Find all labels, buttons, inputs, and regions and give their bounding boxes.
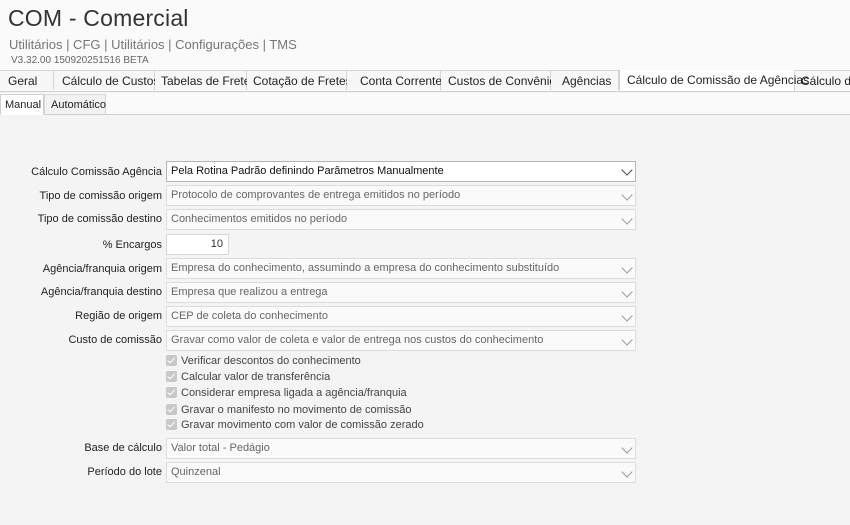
checkbox-checked-icon xyxy=(166,355,177,366)
app-header: COM - Comercial Utilitários | CFG | Util… xyxy=(0,0,850,70)
chevron-down-icon xyxy=(621,310,633,322)
regiao-origem-label: Região de origem xyxy=(75,310,162,322)
subtab-manual[interactable]: Manual xyxy=(0,94,44,115)
tab-agencias[interactable]: Agências xyxy=(551,70,619,90)
tab-cotacao-fretes[interactable]: Cotação de Fretes xyxy=(247,70,352,90)
agencia-destino-value: Empresa que realizou a entrega xyxy=(171,286,328,298)
gravar-zerado-checkbox[interactable]: Gravar movimento com valor de comissão z… xyxy=(166,419,424,433)
tab-tabelas-frete[interactable]: Tabelas de Frete xyxy=(155,70,250,90)
calcular-transferencia-checkbox[interactable]: Calcular valor de transferência xyxy=(166,371,330,385)
checkbox-checked-icon xyxy=(166,387,177,398)
custo-comissao-value: Gravar como valor de coleta e valor de e… xyxy=(171,334,544,346)
agencia-destino-select[interactable]: Empresa que realizou a entrega xyxy=(166,282,636,303)
chevron-down-icon xyxy=(621,262,633,274)
chevron-down-icon xyxy=(621,164,633,176)
custo-comissao-select[interactable]: Gravar como valor de coleta e valor de e… xyxy=(166,330,636,351)
tab-custos-convenio[interactable]: Custos de Convênio xyxy=(441,70,556,90)
custo-comissao-label: Custo de comissão xyxy=(68,334,162,346)
breadcrumb[interactable]: Utilitários | CFG | Utilitários | Config… xyxy=(9,37,297,52)
checkbox-label: Gravar o manifesto no movimento de comis… xyxy=(181,404,412,416)
tab-geral[interactable]: Geral xyxy=(0,70,54,90)
agencia-origem-label: Agência/franquia origem xyxy=(42,263,162,275)
tipo-destino-label: Tipo de comissão destino xyxy=(37,213,162,225)
chevron-down-icon xyxy=(621,466,633,478)
subtab-automatico[interactable]: Automático xyxy=(44,94,106,114)
agencia-destino-label: Agência/franquia destino xyxy=(40,286,162,298)
tipo-origem-select[interactable]: Protocolo de comprovantes de entrega emi… xyxy=(166,185,636,206)
verificar-descontos-checkbox[interactable]: Verificar descontos do conhecimento xyxy=(166,355,361,369)
version-label: V3.32.00 150920251516 BETA xyxy=(11,55,149,66)
periodo-lote-value: Quinzenal xyxy=(171,466,221,478)
agencia-origem-value: Empresa do conhecimento, assumindo a emp… xyxy=(171,262,560,274)
calculo-comissao-label: Cálculo Comissão Agência xyxy=(31,166,162,178)
main-tabbar: Geral Cálculo de Custos Tabelas de Frete… xyxy=(0,70,850,92)
chevron-down-icon xyxy=(621,442,633,454)
sub-tabbar: Manual Automático xyxy=(0,93,850,115)
base-calculo-label: Base de cálculo xyxy=(84,442,162,454)
periodo-lote-select[interactable]: Quinzenal xyxy=(166,462,636,483)
commission-form: Cálculo Comissão Agência Pela Rotina Pad… xyxy=(0,115,850,525)
base-calculo-value: Valor total - Pedágio xyxy=(171,442,270,454)
gravar-manifesto-checkbox[interactable]: Gravar o manifesto no movimento de comis… xyxy=(166,404,412,418)
encargos-input[interactable]: 10 xyxy=(166,234,229,255)
base-calculo-select[interactable]: Valor total - Pedágio xyxy=(166,438,636,459)
tipo-origem-value: Protocolo de comprovantes de entrega emi… xyxy=(171,189,461,201)
considerar-empresa-ligada-checkbox[interactable]: Considerar empresa ligada a agência/fran… xyxy=(166,387,407,401)
regiao-origem-value: CEP de coleta do conhecimento xyxy=(171,310,328,322)
checkbox-label: Verificar descontos do conhecimento xyxy=(181,355,361,367)
page-title: COM - Comercial xyxy=(8,5,189,31)
checkbox-checked-icon xyxy=(166,371,177,382)
tipo-destino-value: Conhecimentos emitidos no período xyxy=(171,213,348,225)
tab-conta-corrente[interactable]: Conta Corrente xyxy=(347,70,442,90)
checkbox-label: Calcular valor de transferência xyxy=(181,371,331,383)
tab-calculo-comissao-agencias[interactable]: Cálculo de Comissão de Agências xyxy=(619,70,809,91)
checkbox-checked-icon xyxy=(166,404,177,415)
tipo-origem-label: Tipo de comissão origem xyxy=(39,190,162,202)
calculo-comissao-select[interactable]: Pela Rotina Padrão definindo Parâmetros … xyxy=(166,161,636,182)
periodo-lote-label: Período do lote xyxy=(87,466,162,478)
chevron-down-icon xyxy=(621,334,633,346)
chevron-down-icon xyxy=(621,213,633,225)
checkbox-label: Gravar movimento com valor de comissão z… xyxy=(181,419,424,431)
regiao-origem-select[interactable]: CEP de coleta do conhecimento xyxy=(166,306,636,327)
tipo-destino-select[interactable]: Conhecimentos emitidos no período xyxy=(166,209,636,230)
agencia-origem-select[interactable]: Empresa do conhecimento, assumindo a emp… xyxy=(166,258,636,279)
chevron-down-icon xyxy=(621,189,633,201)
checkbox-label: Considerar empresa ligada a agência/fran… xyxy=(181,387,407,399)
tab-calculo-custos[interactable]: Cálculo de Custos xyxy=(54,70,159,90)
encargos-label: % Encargos xyxy=(102,239,162,251)
chevron-down-icon xyxy=(621,286,633,298)
calculo-comissao-value: Pela Rotina Padrão definindo Parâmetros … xyxy=(171,165,444,177)
checkbox-checked-icon xyxy=(166,419,177,430)
